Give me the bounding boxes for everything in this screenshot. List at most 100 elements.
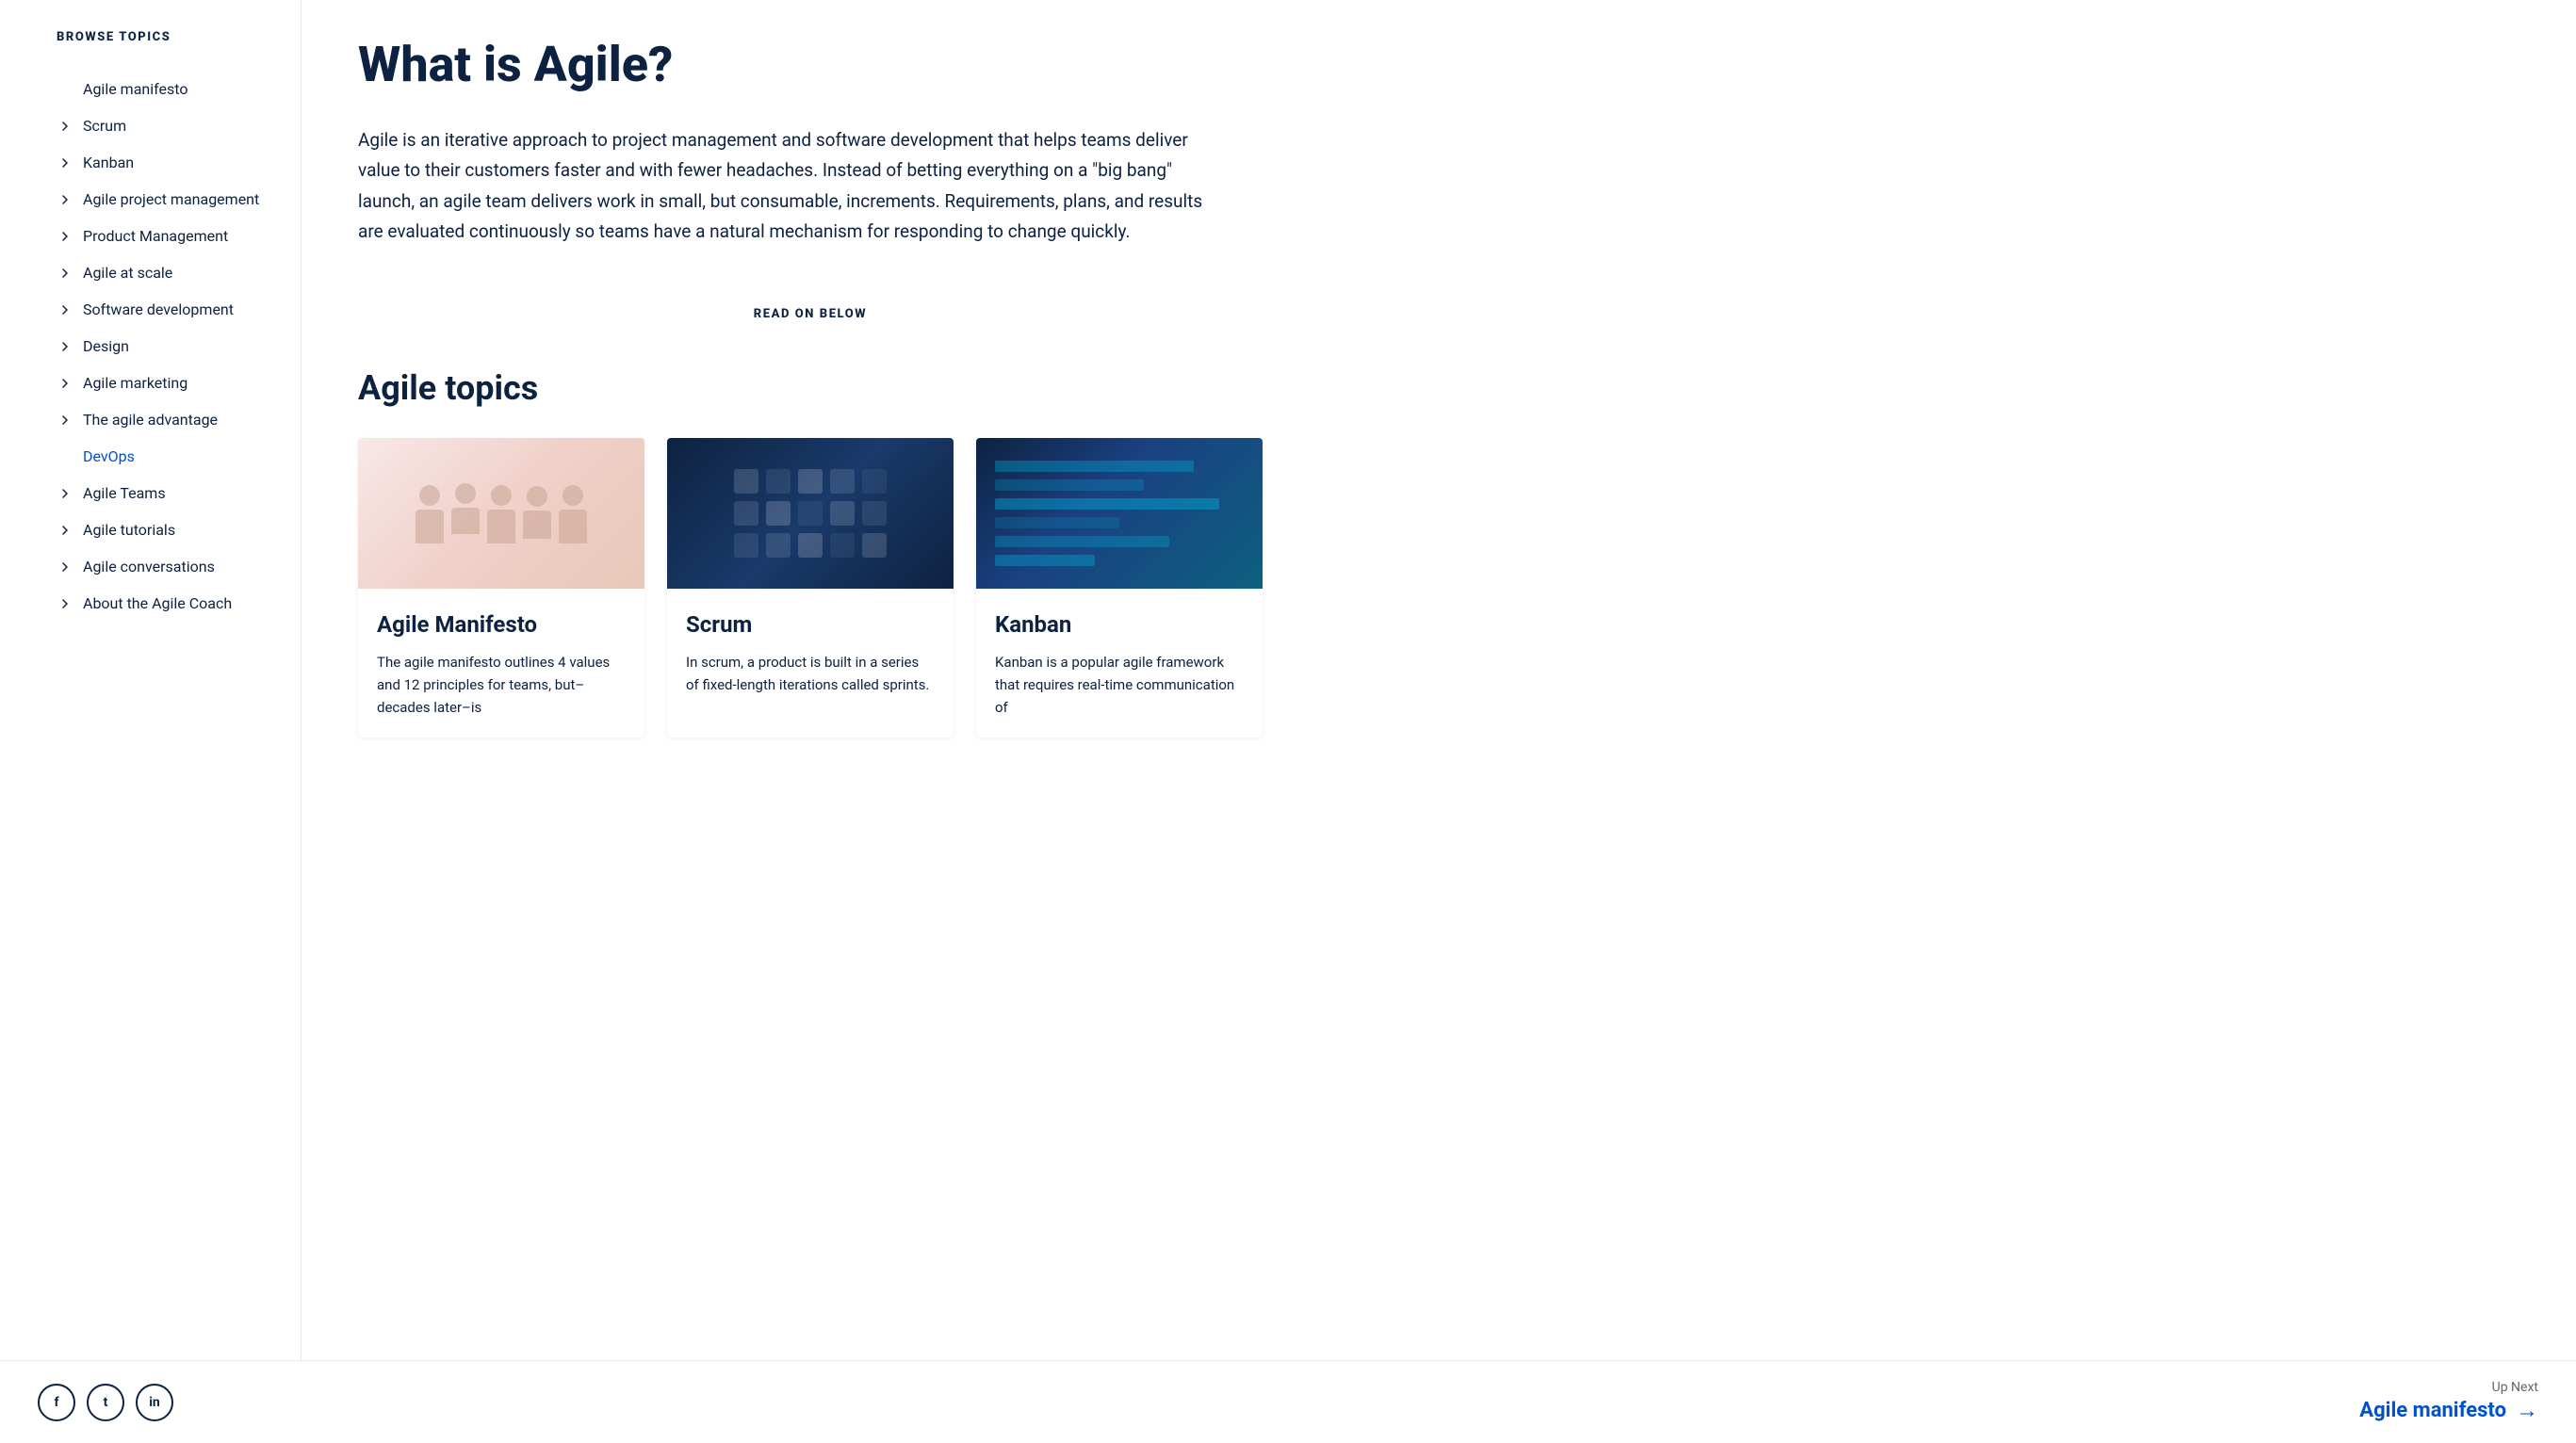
cube-shape [798, 501, 823, 526]
arrow-right-icon: → [2516, 1397, 2538, 1424]
sidebar-item-label: Agile Teams [83, 484, 166, 502]
sidebar-item-agile-conversations[interactable]: Agile conversations [57, 548, 282, 585]
kanban-card[interactable]: Kanban Kanban is a popular agile framewo… [976, 438, 1263, 738]
manifesto-illustration [358, 438, 644, 589]
sidebar-item-scrum[interactable]: Scrum [57, 107, 282, 144]
card-body: Scrum In scrum, a product is built in a … [667, 589, 954, 715]
card-text: In scrum, a product is built in a series… [686, 651, 935, 696]
kanban-bar [995, 536, 1169, 547]
read-on-below-label: READ ON BELOW [754, 307, 867, 321]
chevron-right-icon [57, 191, 73, 208]
agile-manifesto-card[interactable]: Agile Manifesto The agile manifesto outl… [358, 438, 644, 738]
person-figure [451, 483, 480, 534]
chevron-right-icon [57, 118, 73, 135]
up-next-label: Up Next [2359, 1380, 2538, 1395]
kanban-bar [995, 555, 1095, 566]
sidebar-item-about-agile-coach[interactable]: About the Agile Coach [57, 585, 282, 622]
cube-shape [862, 501, 887, 526]
facebook-label: f [54, 1395, 58, 1410]
sidebar-item-label: Kanban [83, 154, 134, 171]
person-figure [487, 485, 515, 543]
sidebar-item-kanban[interactable]: Kanban [57, 144, 282, 181]
scrum-illustration [719, 454, 902, 573]
sidebar-item-label: Design [83, 337, 129, 355]
sidebar-item-label: Agile manifesto [83, 80, 187, 98]
sidebar-item-agile-tutorials[interactable]: Agile tutorials [57, 511, 282, 548]
chevron-right-icon [57, 522, 73, 539]
person-head [419, 485, 440, 506]
card-text: The agile manifesto outlines 4 values an… [377, 651, 626, 719]
sidebar-item-design[interactable]: Design [57, 328, 282, 365]
sidebar-item-label: Agile project management [83, 190, 259, 208]
sidebar-item-agile-teams[interactable]: Agile Teams [57, 475, 282, 511]
person-figure [416, 485, 444, 543]
card-image-manifesto [358, 438, 644, 589]
sidebar-item-label: Agile at scale [83, 264, 172, 282]
person-body [416, 510, 444, 543]
sidebar-item-label: Product Management [83, 227, 228, 245]
person-body [523, 511, 551, 539]
sidebar-item-product-management[interactable]: Product Management [57, 218, 282, 254]
kanban-illustration [976, 442, 1263, 585]
sidebar-item-agile-project-management[interactable]: Agile project management [57, 181, 282, 218]
cube-shape [734, 533, 758, 558]
page-title: What is Agile? [358, 38, 1263, 91]
sidebar-item-agile-marketing[interactable]: Agile marketing [57, 365, 282, 401]
sidebar-item-label: About the Agile Coach [83, 594, 232, 612]
social-icons-group: f t in [38, 1384, 173, 1421]
chevron-right-icon [57, 265, 73, 282]
cube-shape [766, 501, 791, 526]
cube-shape [862, 533, 887, 558]
scrum-card[interactable]: Scrum In scrum, a product is built in a … [667, 438, 954, 738]
chevron-right-icon [57, 485, 73, 502]
person-figure [523, 486, 551, 539]
sidebar-item-software-development[interactable]: Software development [57, 291, 282, 328]
chevron-right-icon [57, 595, 73, 612]
card-title: Kanban [995, 611, 1244, 638]
sidebar-item-agile-advantage[interactable]: The agile advantage [57, 401, 282, 438]
up-next-link-text: Agile manifesto [2359, 1399, 2506, 1422]
chevron-right-icon [57, 301, 73, 318]
card-title: Scrum [686, 611, 935, 638]
cube-shape [798, 469, 823, 494]
cube-shape [830, 469, 855, 494]
intro-paragraph: Agile is an iterative approach to projec… [358, 125, 1206, 247]
sidebar-item-label: Software development [83, 300, 234, 318]
linkedin-icon[interactable]: in [136, 1384, 173, 1421]
sidebar-item-label: Agile marketing [83, 374, 187, 392]
sidebar-item-agile-at-scale[interactable]: Agile at scale [57, 254, 282, 291]
cube-shape [798, 533, 823, 558]
sidebar-item-label: Agile conversations [83, 558, 215, 576]
card-image-kanban [976, 438, 1263, 589]
facebook-icon[interactable]: f [38, 1384, 75, 1421]
cube-shape [862, 469, 887, 494]
footer: f t in Up Next Agile manifesto → [0, 1360, 2576, 1443]
kanban-bar [995, 461, 1194, 472]
cube-shape [734, 469, 758, 494]
cube-shape [830, 533, 855, 558]
kanban-bar [995, 517, 1119, 528]
sidebar-item-label: The agile advantage [83, 411, 218, 429]
card-image-scrum [667, 438, 954, 589]
person-head [527, 486, 547, 507]
chevron-right-icon [57, 412, 73, 429]
agile-topics-heading: Agile topics [358, 368, 1263, 408]
sidebar-item-agile-manifesto[interactable]: Agile manifesto [57, 71, 282, 107]
kanban-bar [995, 498, 1219, 510]
twitter-icon[interactable]: t [87, 1384, 124, 1421]
sidebar-item-devops[interactable]: DevOps [57, 438, 282, 475]
twitter-label: t [104, 1395, 108, 1410]
person-figure [559, 485, 587, 543]
cube-shape [734, 501, 758, 526]
cube-shape [766, 469, 791, 494]
chevron-right-icon [57, 338, 73, 355]
person-body [559, 510, 587, 543]
sidebar-item-label: Scrum [83, 117, 126, 135]
person-head [455, 483, 476, 504]
card-title: Agile Manifesto [377, 611, 626, 638]
up-next-link[interactable]: Agile manifesto → [2359, 1397, 2538, 1424]
chevron-right-icon [57, 559, 73, 576]
card-text: Kanban is a popular agile framework that… [995, 651, 1244, 719]
chevron-right-icon [57, 375, 73, 392]
sidebar: BROWSE TOPICS Agile manifesto Scrum Kanb… [0, 0, 302, 1360]
